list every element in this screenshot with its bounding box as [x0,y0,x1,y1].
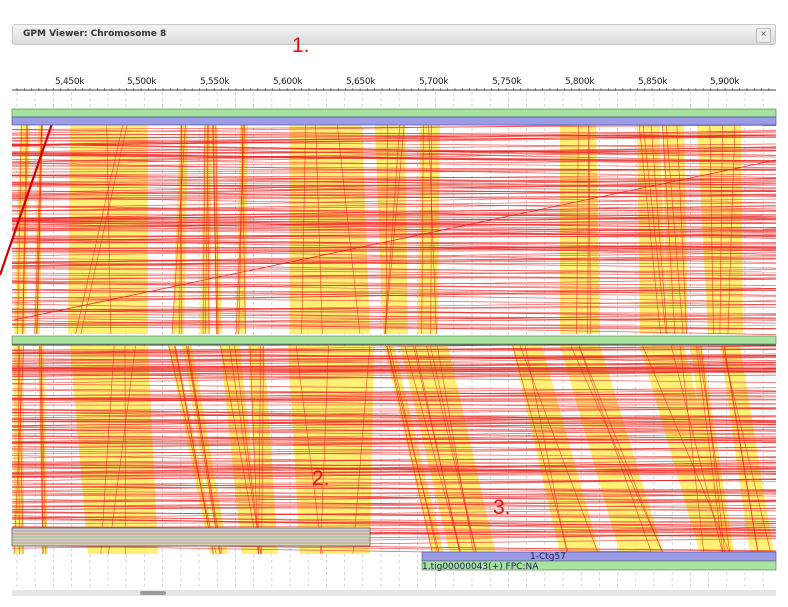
annotation-marker-3: 3. [493,496,511,519]
horizontal-scrollbar[interactable] [12,590,776,596]
annotation-marker-1: 1. [292,34,310,57]
annotation-marker-2: 2. [312,467,330,490]
ruler-tick-label: 5,850k [638,77,668,87]
ruler-tick-label: 5,600k [273,77,303,87]
sequence-label: 1.tig00000043(+) FPC:NA [422,562,539,572]
ruler-tick-label: 5,800k [565,77,595,87]
ruler-tick-label: 5,900k [710,77,740,87]
contig-label: 1-Ctg57 [530,552,566,562]
gpm-viewer-window: GPM Viewer: Chromosome 8 × 5,450k 5,500k… [0,0,788,607]
reference-track-blue [11,116,777,126]
ruler-tick-label: 5,550k [200,77,230,87]
reference-track [11,108,777,118]
ruler-tick-label: 5,450k [55,77,85,87]
alignment-canvas[interactable] [0,0,788,607]
ruler-tick-label: 5,650k [346,77,376,87]
ruler-tick-label: 5,700k [419,77,449,87]
ruler-axis [12,88,776,91]
ruler-tick-label: 5,500k [127,77,157,87]
ruler-tick-label: 5,750k [492,77,522,87]
scrollbar-thumb[interactable] [140,591,166,595]
middle-track [11,335,777,345]
contig-track-right [421,551,777,562]
